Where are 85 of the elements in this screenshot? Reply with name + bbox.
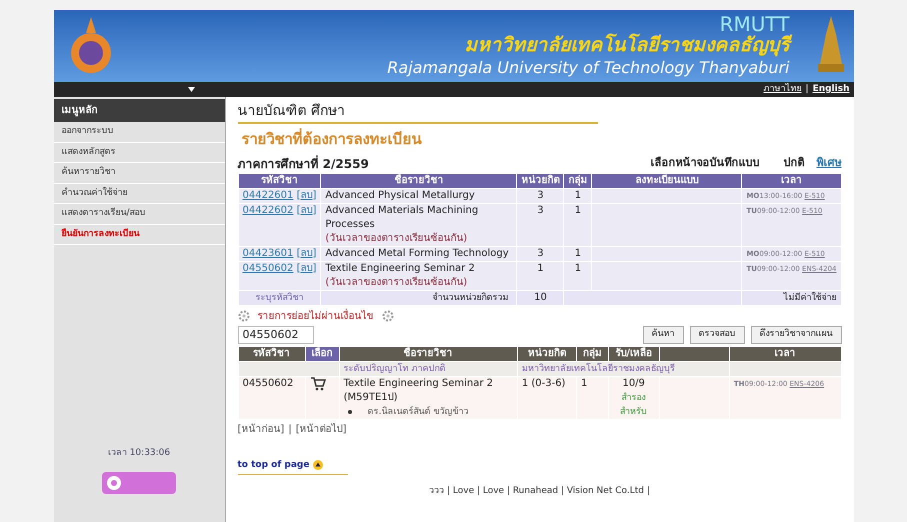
column-header: หน่วยกิต — [516, 173, 564, 188]
column-header: ชื่อรายวิชา — [339, 346, 518, 361]
instructor-name: ดร.นิลเนตร์สันต์ ขวัญข้าว — [368, 405, 468, 418]
schedule-conflict-note: (วันเวลาของตารางเรียนซ้อนกัน) — [325, 232, 468, 246]
bullet-icon — [348, 410, 352, 414]
course-name: Textile Engineering Seminar 2 — [344, 376, 494, 390]
mode-label: เลือกหน้าจอบันทึกแบบ — [650, 155, 760, 172]
group-cell: 1 — [564, 246, 592, 261]
group-cell: 1 — [564, 203, 592, 246]
remove-link[interactable]: [ลบ] — [296, 204, 316, 216]
top-of-page-link[interactable]: to top of page — [238, 458, 310, 472]
sidebar-menu-item[interactable]: ยืนยันการลงทะเบียน — [54, 224, 224, 245]
credit-cell: 3 — [516, 188, 564, 203]
remove-link[interactable]: [ลบ] — [296, 262, 316, 274]
enter-code-label: ระบุรหัสวิชา — [238, 290, 321, 305]
column-header: รหัสวิชา — [238, 173, 321, 188]
course-code-cell: 04550602 — [238, 376, 306, 419]
cart-icon[interactable] — [310, 376, 326, 390]
reserve-for-text: สำหรับ — [619, 406, 648, 418]
group-cell: 1 — [564, 261, 592, 290]
gear-icon — [238, 310, 250, 322]
total-credit-label: จำนวนหน่วยกิตรวม — [320, 290, 517, 305]
fee-text: ไม่มีค่าใช้จ่าย — [742, 290, 841, 305]
degree-level-text: ระดับปริญญาโท ภาคปกติ — [339, 361, 518, 376]
sidebar-menu-item[interactable]: แสดงหลักสูตร — [54, 142, 224, 163]
course-name: Advanced Physical Metallurgy — [325, 188, 476, 202]
total-credit-value: 10 — [516, 290, 564, 305]
separator: | — [288, 422, 292, 436]
mode-option-link[interactable]: ปกติ — [784, 155, 804, 172]
course-code-link[interactable]: 04550602 — [242, 262, 294, 274]
student-name: นายบัณฑิต ศึกษา — [238, 102, 346, 121]
action-button[interactable]: ตรวจสอบ — [690, 326, 744, 344]
university-abbreviation: RMUTT — [720, 14, 790, 34]
disc-logo-icon — [106, 475, 122, 491]
warning-text: รายการย่อยไม่ผ่านเงื่อนไข — [258, 308, 374, 324]
action-button[interactable]: ค้นหา — [642, 326, 684, 344]
mode-option-link[interactable]: พิเศษ — [816, 155, 842, 172]
action-button[interactable]: ดึงรายวิชาจากแผน — [750, 326, 842, 344]
section-code: (M59TE1ป) — [344, 390, 399, 404]
dropdown-caret-icon[interactable] — [188, 87, 194, 92]
credit-cell: 1 — [516, 261, 564, 290]
language-link[interactable]: ภาษาไทย — [764, 82, 802, 96]
credit-cell: 1 (0-3-6) — [517, 376, 577, 419]
column-header: เวลา — [729, 346, 841, 361]
course-name: Advanced Materials Machining Processes — [325, 204, 480, 232]
course-code-link[interactable]: 04423601 — [242, 248, 294, 258]
remove-link[interactable]: [ลบ] — [296, 248, 316, 258]
sidebar-menu-item[interactable]: ออกจากระบบ — [54, 122, 224, 142]
course-code-input[interactable]: 04550602 — [238, 326, 314, 344]
page-title: รายวิชาที่ต้องการลงทะเบียน — [242, 128, 423, 150]
sidebar-title: เมนูหลัก — [54, 99, 224, 122]
course-code-link[interactable]: 04422602 — [242, 204, 294, 216]
sidebar-menu-item[interactable]: ค้นหารายวิชา — [54, 163, 224, 184]
gear-icon — [382, 310, 394, 322]
term-label: ภาคการศึกษาที่ 2/2559 — [238, 154, 369, 172]
column-header: หน่วยกิต — [517, 346, 577, 361]
column-header: กลุ่ม — [564, 173, 592, 188]
separator: | — [806, 82, 809, 96]
credit-cell: 3 — [516, 246, 564, 261]
seats-text: 10/9 — [621, 376, 646, 390]
language-link[interactable]: English — [812, 82, 850, 96]
schedule-conflict-note: (วันเวลาของตารางเรียนซ้อนกัน) — [325, 276, 468, 290]
group-cell: 1 — [576, 376, 608, 419]
university-name-english: Rajamangala University of Technology Thanyaburi — [387, 58, 790, 78]
clock-text: เวลา 10:33:06 — [106, 446, 172, 460]
previous-page-link[interactable]: [หน้าก่อน] — [238, 422, 284, 436]
column-header: ชื่อรายวิชา — [320, 173, 517, 188]
column-header: รหัสวิชา — [238, 346, 306, 361]
reserve-text: สำรอง — [620, 392, 647, 404]
course-name: Advanced Metal Forming Technology — [325, 246, 510, 260]
column-header: ลงทะเบียนแบบ — [592, 173, 742, 188]
column-header: กลุ่ม — [576, 346, 608, 361]
footer-text: ววว | Love | Love | Runahead | Vision Net Co.Ltd | — [428, 485, 651, 498]
column-header: เวลา — [742, 173, 841, 188]
credit-cell: 3 — [516, 203, 564, 246]
campus-text: มหาวิทยาลัยเทคโนโลยีราชมงคลธัญบุรี — [517, 361, 730, 376]
sidebar-menu-item[interactable]: แสดงตารางเรียน/สอบ — [54, 204, 224, 224]
column-header: รับ/เหลือ — [608, 346, 660, 361]
course-name: Textile Engineering Seminar 2 — [325, 262, 476, 276]
sidebar-menu-item[interactable]: คำนวณค่าใช้จ่าย — [54, 184, 224, 204]
next-page-link[interactable]: [หน้าต่อไป] — [296, 422, 346, 436]
group-cell: 1 — [564, 188, 592, 203]
column-header: เลือก — [305, 346, 340, 361]
remove-link[interactable]: [ลบ] — [296, 190, 316, 200]
course-code-link[interactable]: 04422601 — [242, 190, 294, 200]
